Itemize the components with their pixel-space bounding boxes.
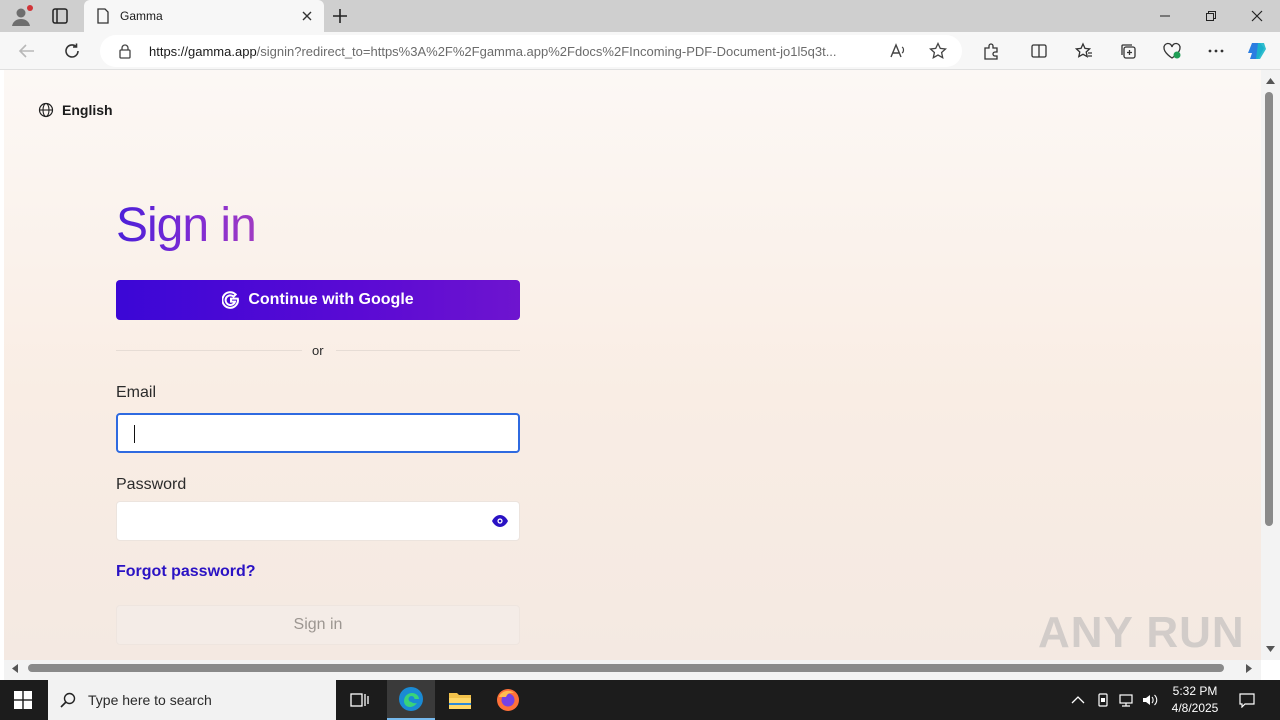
url-path: /signin?redirect_to=https%3A%2F%2Fgamma.… xyxy=(256,44,837,59)
url-host: https://gamma.app xyxy=(149,44,257,59)
read-aloud-button[interactable] xyxy=(888,41,908,61)
collections-icon xyxy=(1121,44,1136,59)
browser-toolbar: https://gamma.app/signin?redirect_to=htt… xyxy=(0,32,1280,70)
page-viewport: English Sign in Continue with Google or … xyxy=(4,70,1261,660)
horizontal-scroll-thumb[interactable] xyxy=(28,664,1224,672)
continue-with-google-button[interactable]: Continue with Google xyxy=(116,280,520,320)
split-screen-button[interactable] xyxy=(1028,40,1050,62)
tray-device[interactable] xyxy=(1095,692,1111,708)
tab-gamma[interactable]: Gamma xyxy=(84,0,324,32)
extensions-button[interactable] xyxy=(980,40,1002,62)
url-text[interactable]: https://gamma.app/signin?redirect_to=htt… xyxy=(149,44,884,59)
taskbar-clock[interactable]: 5:32 PM 4/8/2025 xyxy=(1160,683,1230,717)
refresh-icon xyxy=(65,43,79,58)
show-hidden-icons[interactable] xyxy=(1070,692,1086,708)
divider-or: or xyxy=(312,343,324,358)
scroll-down-icon[interactable] xyxy=(1266,646,1275,652)
divider-left xyxy=(116,350,302,351)
task-view-icon xyxy=(350,693,369,707)
close-icon xyxy=(1251,10,1263,22)
divider-right xyxy=(336,350,520,351)
taskbar-firefox[interactable] xyxy=(484,680,532,720)
show-password-icon[interactable] xyxy=(491,514,509,528)
close-window-button[interactable] xyxy=(1234,0,1280,32)
minimize-icon xyxy=(1160,15,1170,17)
network-icon xyxy=(1119,694,1133,707)
puzzle-icon xyxy=(984,43,998,60)
password-label: Password xyxy=(116,476,187,493)
windows-taskbar: Type here to search 5:32 PM 4/8/2025 xyxy=(0,680,1280,720)
restore-icon xyxy=(1206,11,1216,21)
language-selector[interactable]: English xyxy=(38,102,113,118)
clock-date: 4/8/2025 xyxy=(1171,701,1219,715)
settings-more-button[interactable] xyxy=(1205,40,1227,62)
sign-in-button-label: Sign in xyxy=(293,616,343,633)
copilot-button[interactable] xyxy=(1246,40,1268,62)
taskbar-edge[interactable] xyxy=(387,680,435,720)
browser-tab-strip: Gamma xyxy=(0,0,1280,32)
restore-button[interactable] xyxy=(1188,0,1234,32)
favorites-icon xyxy=(1075,42,1092,58)
favorites-button[interactable] xyxy=(1073,40,1095,62)
read-aloud-icon xyxy=(890,43,905,58)
page-icon xyxy=(97,8,109,24)
windows-start-icon[interactable] xyxy=(14,691,32,709)
edge-icon xyxy=(399,687,423,711)
text-caret xyxy=(134,425,135,443)
device-icon xyxy=(1098,693,1108,707)
notification-icon xyxy=(1239,693,1255,708)
tray-volume[interactable] xyxy=(1142,692,1158,708)
forgot-password-link[interactable]: Forgot password? xyxy=(116,563,256,581)
favorite-button[interactable] xyxy=(928,41,948,61)
chevron-up-icon xyxy=(1071,696,1085,704)
email-label: Email xyxy=(116,384,157,401)
lock-icon[interactable] xyxy=(118,43,132,59)
copilot-icon xyxy=(1248,43,1266,59)
google-icon xyxy=(222,291,240,309)
firefox-icon xyxy=(497,689,519,711)
close-tab-icon[interactable] xyxy=(300,9,314,23)
collections-button[interactable] xyxy=(1117,40,1139,62)
google-button-label: Continue with Google xyxy=(248,291,414,308)
search-icon xyxy=(60,692,76,708)
more-icon xyxy=(1208,49,1224,53)
tab-title: Gamma xyxy=(120,9,163,23)
tray-network[interactable] xyxy=(1118,692,1134,708)
globe-icon xyxy=(38,102,54,118)
language-label: English xyxy=(62,102,113,118)
scroll-right-icon[interactable] xyxy=(1246,664,1252,673)
notification-dot xyxy=(27,5,33,11)
scroll-left-icon[interactable] xyxy=(12,664,18,673)
folder-icon xyxy=(449,693,471,709)
password-field[interactable] xyxy=(116,501,520,541)
minimize-button[interactable] xyxy=(1142,0,1188,32)
search-placeholder: Type here to search xyxy=(88,692,212,708)
action-center-button[interactable] xyxy=(1239,692,1255,708)
heartbeat-icon xyxy=(1163,42,1181,59)
clock-time: 5:32 PM xyxy=(1172,684,1218,698)
task-view-button[interactable] xyxy=(336,680,384,720)
performance-button[interactable] xyxy=(1161,40,1183,62)
scroll-up-icon[interactable] xyxy=(1266,78,1275,84)
back-arrow-icon xyxy=(18,44,34,58)
vertical-scroll-thumb[interactable] xyxy=(1265,92,1273,526)
email-field[interactable] xyxy=(116,413,520,453)
refresh-button[interactable] xyxy=(61,40,83,62)
sign-in-button[interactable]: Sign in xyxy=(116,605,520,645)
new-tab-icon[interactable] xyxy=(330,6,350,26)
anyrun-watermark: ANY RUN xyxy=(1038,608,1245,657)
split-screen-icon xyxy=(1031,44,1047,58)
volume-icon xyxy=(1143,694,1158,706)
page-title: Sign in xyxy=(116,199,257,252)
back-button[interactable] xyxy=(16,40,38,62)
tab-actions-icon[interactable] xyxy=(50,6,70,26)
taskbar-search-box[interactable]: Type here to search xyxy=(48,680,336,720)
address-bar[interactable]: https://gamma.app/signin?redirect_to=htt… xyxy=(100,35,962,67)
star-icon xyxy=(929,42,947,59)
taskbar-file-explorer[interactable] xyxy=(436,680,484,720)
